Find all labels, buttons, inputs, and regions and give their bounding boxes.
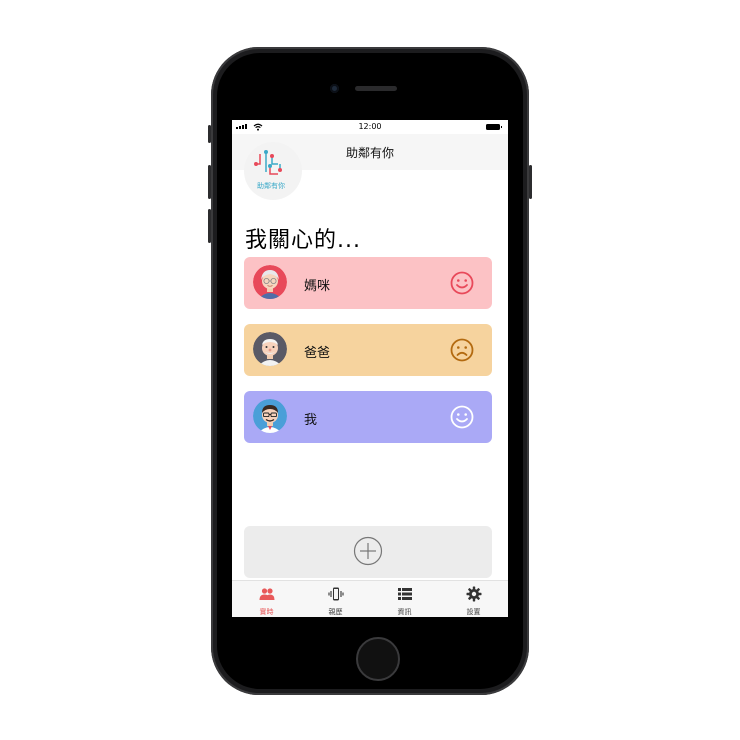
status-bar: 12:00 <box>232 120 508 134</box>
grandpa-avatar-icon <box>253 332 287 366</box>
avatar <box>253 265 287 299</box>
home-button[interactable] <box>356 637 400 681</box>
person-card-dad[interactable]: 爸爸 <box>244 324 492 376</box>
logo-network-icon <box>254 150 282 175</box>
mute-switch <box>208 125 211 143</box>
grandma-avatar-icon <box>253 265 287 299</box>
earpiece-speaker <box>355 86 397 91</box>
vibrate-phone-icon <box>328 587 344 601</box>
sad-face-icon <box>450 338 474 362</box>
gear-icon <box>466 586 482 602</box>
man-avatar-icon <box>253 399 287 433</box>
tab-label: 親歷 <box>328 608 343 616</box>
tab-label: 實時 <box>259 608 274 616</box>
app-screen: 12:00 助鄰有你 助鄰有你 我關心的... 媽咪 爸爸 我 實時 親歷 資訊… <box>232 120 508 617</box>
volume-up-button <box>208 165 211 199</box>
tab-settings[interactable]: 設置 <box>439 581 508 617</box>
avatar <box>253 399 287 433</box>
person-name: 爸爸 <box>304 346 331 361</box>
tab-history[interactable]: 親歷 <box>301 581 370 617</box>
list-icon <box>398 588 412 600</box>
tab-info[interactable]: 資訊 <box>370 581 439 617</box>
add-person-button[interactable] <box>244 526 492 578</box>
person-card-me[interactable]: 我 <box>244 391 492 443</box>
happy-face-icon <box>450 405 474 429</box>
power-button <box>529 165 532 199</box>
person-card-mom[interactable]: 媽咪 <box>244 257 492 309</box>
person-name: 媽咪 <box>304 279 331 294</box>
happy-face-icon <box>450 271 474 295</box>
person-name: 我 <box>304 413 318 428</box>
volume-down-button <box>208 209 211 243</box>
people-icon <box>259 588 275 600</box>
tab-label: 資訊 <box>397 608 412 616</box>
battery-icon <box>486 124 502 130</box>
tab-label: 設置 <box>466 608 481 616</box>
section-heading: 我關心的... <box>245 228 361 253</box>
status-time: 12:00 <box>358 122 382 131</box>
tab-realtime[interactable]: 實時 <box>232 581 301 617</box>
plus-circle-icon <box>353 536 383 566</box>
app-logo: 助鄰有你 <box>244 142 302 200</box>
front-camera <box>330 84 339 93</box>
logo-text: 助鄰有你 <box>257 182 285 190</box>
tab-bar: 實時 親歷 資訊 設置 <box>232 580 508 617</box>
phone-frame: 12:00 助鄰有你 助鄰有你 我關心的... 媽咪 爸爸 我 實時 親歷 資訊… <box>208 47 532 695</box>
avatar <box>253 332 287 366</box>
